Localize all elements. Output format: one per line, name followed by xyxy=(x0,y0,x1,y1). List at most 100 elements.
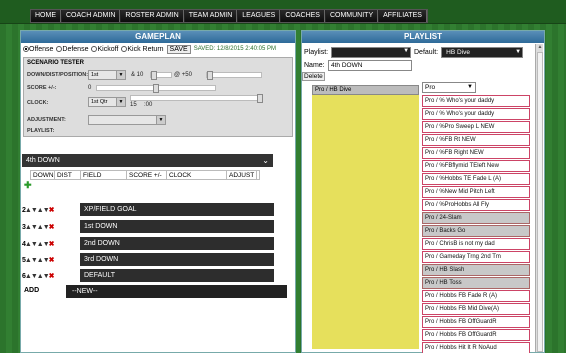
slider-handle[interactable] xyxy=(153,84,159,93)
clock-label: CLOCK: xyxy=(27,100,49,106)
play-item[interactable]: Pro / Hobbs FB OffGuardR xyxy=(422,329,530,341)
chevron-down-icon: ▼ xyxy=(515,49,522,55)
slider-handle[interactable] xyxy=(151,71,157,80)
selected-plays-list: Pro / HB Dive xyxy=(312,85,419,349)
column-header: ADJUST xyxy=(227,171,257,179)
play-item[interactable]: Pro / Hobbs FB OffGuardR xyxy=(422,316,530,328)
selected-play[interactable]: Pro / HB Dive xyxy=(312,85,419,95)
playlist-scrollbar[interactable]: ▲ xyxy=(535,44,543,352)
column-header: FIELD xyxy=(81,171,127,179)
situation-row[interactable]: 4th DOWN ⌄ xyxy=(22,154,273,167)
play-item[interactable]: Pro / Hobbs FB Mid Dive(A) xyxy=(422,303,530,315)
adjustment-label: ADJUSTMENT: xyxy=(27,117,66,123)
down-label: DOWN/DIST/POSITION: xyxy=(27,72,89,78)
radio-kick-return[interactable]: Kick Return xyxy=(121,46,164,53)
down-select[interactable]: 1st ▼ xyxy=(88,70,126,80)
name-label: Name: xyxy=(304,62,325,69)
play-item[interactable]: Pro / % Who's your daddy xyxy=(422,95,530,107)
play-item[interactable]: Pro / 24-Slam xyxy=(422,212,530,224)
situation-row[interactable]: 2nd DOWN xyxy=(80,237,274,250)
score-slider[interactable] xyxy=(96,84,216,93)
playlist-name-field[interactable]: 4th DOWN xyxy=(328,60,412,71)
main-nav: HOME COACH ADMIN ROSTER ADMIN TEAM ADMIN LEA… xyxy=(30,9,428,23)
clock-sec: :00 xyxy=(144,102,153,108)
distance-slider[interactable] xyxy=(150,71,172,80)
play-item[interactable]: Pro / HB Toss xyxy=(422,277,530,289)
scenario-tester: SCENARIO TESTER DOWN/DIST/POSITION: 1st ▼… xyxy=(23,57,293,137)
play-item[interactable]: Pro / %FB Right NEW xyxy=(422,147,530,159)
chevron-down-icon: ▼ xyxy=(116,71,125,79)
radio-kickoff[interactable]: Kickoff xyxy=(91,46,118,53)
nav-item-affiliates[interactable]: AFFILIATES xyxy=(379,10,427,22)
scroll-up-icon[interactable]: ▲ xyxy=(536,44,544,52)
play-item[interactable]: Pro / %Hobbs TE Fade L (A) xyxy=(422,173,530,185)
nav-item-coach-admin[interactable]: COACH ADMIN xyxy=(62,10,121,22)
play-item[interactable]: Pro / %FB Rt NEW xyxy=(422,134,530,146)
play-item[interactable]: Pro / Gameday Trng 2nd Tm xyxy=(422,251,530,263)
situation-controls-4: 4▲▼▲▼✖ xyxy=(22,241,55,248)
playlist-label: PLAYLIST: xyxy=(27,128,55,134)
nav-item-leagues[interactable]: LEAGUES xyxy=(238,10,281,22)
chevron-down-icon: ▼ xyxy=(116,98,125,106)
situation-row[interactable]: DEFAULT xyxy=(80,269,274,282)
nav-item-team-admin[interactable]: TEAM ADMIN xyxy=(184,10,238,22)
radio-defense[interactable]: Defense xyxy=(56,46,88,53)
play-item[interactable]: Pro / Backs Go xyxy=(422,225,530,237)
delete-icon[interactable]: ✖ xyxy=(49,257,55,264)
scenario-tester-title: SCENARIO TESTER xyxy=(27,60,85,66)
gameplan-title: GAMEPLAN xyxy=(21,31,295,43)
nav-item-coaches[interactable]: COACHES xyxy=(281,10,325,22)
save-button[interactable]: SAVE xyxy=(166,44,191,54)
play-item[interactable]: Pro / %New Mid Pitch Left xyxy=(422,186,530,198)
column-header: CLOCK xyxy=(167,171,227,179)
slider-handle[interactable] xyxy=(257,94,263,103)
nav-item-community[interactable]: COMMUNITY xyxy=(325,10,379,22)
nav-item-roster-admin[interactable]: ROSTER ADMIN xyxy=(121,10,184,22)
play-item[interactable]: Pro / %FBflymid TEleft New xyxy=(422,160,530,172)
situation-controls-5: 5▲▼▲▼✖ xyxy=(22,257,55,264)
delete-icon[interactable]: ✖ xyxy=(49,273,55,280)
situation-row[interactable]: XP/FIELD GOAL xyxy=(80,203,274,216)
clock-min: 15 xyxy=(130,102,137,108)
situation-row[interactable]: 1st DOWN xyxy=(80,220,274,233)
position-slider[interactable] xyxy=(206,71,262,80)
add-condition-icon[interactable]: ✚ xyxy=(24,180,32,191)
situation-columns: DOWN DIST FIELD SCORE +/- CLOCK ADJUST xyxy=(30,170,260,180)
situation-row[interactable]: 3rd DOWN xyxy=(80,253,274,266)
playlist-title: PLAYLIST xyxy=(302,31,544,43)
chevron-down-icon: ▼ xyxy=(403,48,410,54)
play-item[interactable]: Pro / Hobbs Hit It R NoAud xyxy=(422,342,530,353)
column-header: SCORE +/- xyxy=(127,171,167,179)
scrollbar-thumb[interactable] xyxy=(537,52,543,352)
default-label: Default: xyxy=(414,49,439,56)
nav-item-home[interactable]: HOME xyxy=(31,10,61,22)
playlist-select-label: Playlist: xyxy=(304,49,329,56)
delete-icon[interactable]: ✖ xyxy=(49,241,55,248)
play-item[interactable]: Pro / % Who's your daddy xyxy=(422,108,530,120)
delete-icon[interactable]: ✖ xyxy=(49,224,55,231)
situation-controls-2: 2▲▼▲▼✖ xyxy=(22,207,55,214)
radio-offense[interactable]: Offense xyxy=(23,46,53,53)
delete-button[interactable]: Delete xyxy=(302,72,325,81)
delete-icon[interactable]: ✖ xyxy=(49,207,55,214)
play-item[interactable]: Pro / ChrisB is not my dad xyxy=(422,238,530,250)
adjustment-select[interactable]: ▼ xyxy=(88,115,166,125)
clock-slider[interactable] xyxy=(130,94,263,103)
default-select[interactable]: HB Dive ▼ xyxy=(441,47,524,58)
add-situation-select[interactable]: --NEW-- xyxy=(66,285,287,298)
chevron-down-icon: ▼ xyxy=(467,84,473,90)
play-item[interactable]: Pro / HB Slash xyxy=(422,264,530,276)
playlist-select[interactable]: ▼ xyxy=(331,47,412,58)
play-item[interactable]: Pro / Hobbs FB Fade R (A) xyxy=(422,290,530,302)
chevron-down-icon[interactable]: ⌄ xyxy=(262,154,269,167)
play-item[interactable]: Pro / %ProHobbs All Fly xyxy=(422,199,530,211)
top-nav-bar: HOME COACH ADMIN ROSTER ADMIN TEAM ADMIN LEA… xyxy=(0,0,566,24)
slider-handle[interactable] xyxy=(207,71,213,80)
quarter-select[interactable]: 1st Qtr ▼ xyxy=(88,97,126,107)
column-header: DOWN xyxy=(33,171,55,179)
playlist-select-row: Playlist: ▼ xyxy=(304,47,412,58)
formation-filter-select[interactable]: Pro ▼ xyxy=(422,82,476,93)
play-item[interactable]: Pro / %Pro Sweep L NEW xyxy=(422,121,530,133)
gameplan-panel: GAMEPLAN Offense Defense Kickoff Kick Re… xyxy=(20,30,296,353)
column-header: DIST xyxy=(55,171,81,179)
